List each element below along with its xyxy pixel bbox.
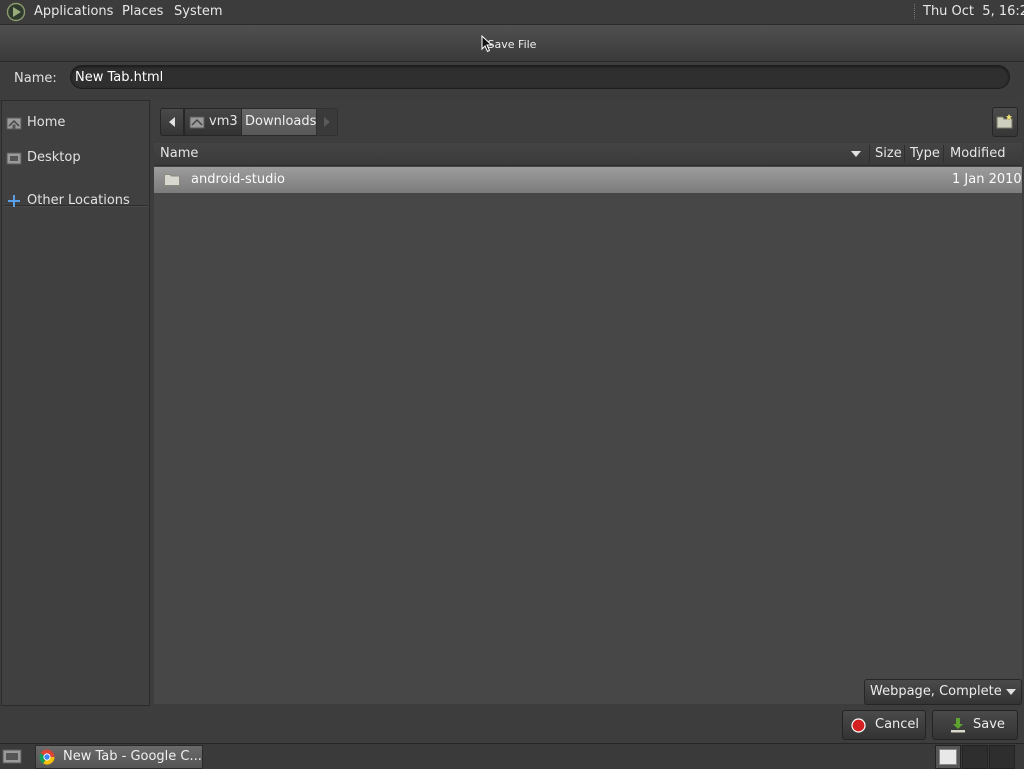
workspace-3[interactable] [989, 745, 1015, 769]
column-separator[interactable] [904, 145, 905, 163]
taskbar: New Tab - Google C... [0, 743, 1024, 769]
save-file-dialog: Save File Name: Home Desktop Other Locat [0, 25, 1024, 743]
column-separator[interactable] [943, 145, 944, 163]
menu-applications[interactable]: Applications [34, 4, 113, 19]
dialog-title: Save File [487, 38, 537, 51]
column-header-size[interactable]: Size [875, 146, 902, 161]
taskbar-item-chrome[interactable]: New Tab - Google C... [35, 745, 203, 769]
workspace-1[interactable] [935, 745, 961, 769]
file-type-filter-select[interactable]: Webpage, Complete [864, 679, 1022, 705]
show-desktop-icon[interactable] [2, 747, 22, 765]
app-menu-logo-icon[interactable] [6, 2, 26, 22]
menu-system[interactable]: System [174, 4, 222, 19]
plus-icon [8, 195, 20, 207]
chrome-icon [39, 749, 55, 765]
filter-selected-value: Webpage, Complete [870, 684, 1002, 699]
top-panel: Applications Places System Thu Oct 5, 16… [0, 0, 1024, 25]
download-icon [951, 718, 965, 733]
cancel-button[interactable]: Cancel [842, 710, 926, 740]
save-button-label: Save [973, 717, 1005, 732]
sidebar-item-label: Home [27, 115, 66, 130]
workspace-2[interactable] [962, 745, 988, 769]
dialog-titlebar[interactable]: Save File [0, 25, 1024, 62]
column-header-name[interactable]: Name [160, 146, 198, 161]
path-bar: vm3 Downloads [152, 100, 1022, 142]
column-header-type[interactable]: Type [910, 146, 940, 161]
clock[interactable]: Thu Oct 5, 16:26 [914, 4, 1024, 19]
menu-places[interactable]: Places [122, 4, 163, 19]
file-modified: 1 Jan 2010 [952, 172, 1022, 187]
create-folder-button[interactable] [992, 107, 1018, 137]
path-forward-button[interactable] [316, 108, 338, 136]
file-name: android-studio [191, 172, 285, 187]
places-sidebar: Home Desktop Other Locations [1, 100, 150, 706]
home-icon [6, 117, 22, 130]
desktop-icon [6, 152, 22, 165]
breadcrumb-home[interactable]: vm3 [184, 108, 242, 136]
chevron-right-icon [324, 117, 330, 127]
home-icon [189, 116, 205, 129]
taskbar-item-label: New Tab - Google C... [63, 749, 202, 764]
file-list[interactable]: Name Size Type Modified android-studio 1… [154, 143, 1022, 704]
column-separator[interactable] [869, 145, 870, 163]
workspace-window-thumb [939, 749, 957, 765]
chevron-down-icon [1006, 689, 1016, 695]
save-button[interactable]: Save [932, 710, 1018, 740]
sort-descending-icon[interactable] [851, 151, 861, 157]
sidebar-item-home[interactable]: Home [6, 113, 146, 135]
column-header-modified[interactable]: Modified [950, 146, 1005, 161]
filename-input[interactable] [70, 65, 1010, 89]
sidebar-item-label: Desktop [27, 150, 81, 165]
folder-icon [164, 174, 180, 186]
sidebar-item-desktop[interactable]: Desktop [6, 148, 146, 170]
breadcrumb-downloads[interactable]: Downloads [241, 108, 317, 136]
name-label: Name: [14, 71, 57, 86]
table-row[interactable]: android-studio 1 Jan 2010 [154, 167, 1022, 193]
mouse-pointer-icon [481, 35, 493, 53]
cancel-button-label: Cancel [875, 717, 920, 732]
new-folder-icon [996, 114, 1013, 129]
sidebar-item-label: Other Locations [27, 193, 130, 208]
breadcrumb-label: vm3 [209, 114, 238, 129]
cancel-icon [851, 718, 866, 733]
breadcrumb-label: Downloads [245, 114, 317, 129]
column-header-row: Name Size Type Modified [154, 143, 1022, 166]
sidebar-item-other-locations[interactable]: Other Locations [6, 191, 146, 213]
chevron-left-icon [169, 117, 175, 127]
path-back-button[interactable] [160, 108, 184, 136]
